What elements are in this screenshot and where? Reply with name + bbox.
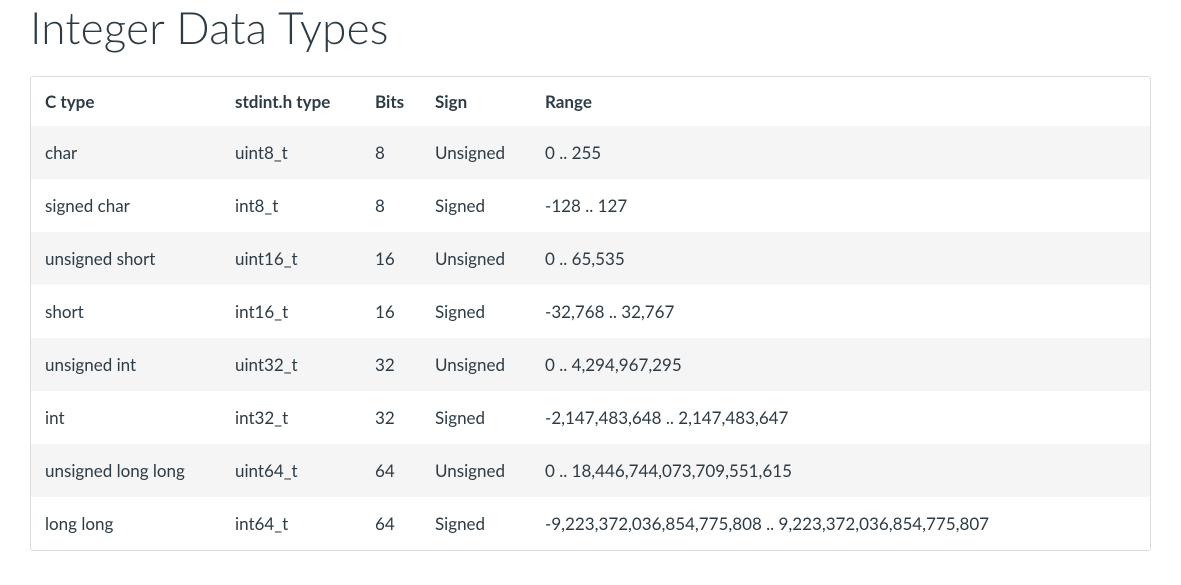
cell-sign: Signed xyxy=(421,179,531,232)
cell-sign: Unsigned xyxy=(421,126,531,179)
cell-sign: Unsigned xyxy=(421,444,531,497)
page-title: Integer Data Types xyxy=(30,2,1151,54)
cell-bits: 64 xyxy=(361,444,421,497)
cell-range: -9,223,372,036,854,775,808 .. 9,223,372,… xyxy=(531,497,1150,550)
cell-bits: 64 xyxy=(361,497,421,550)
cell-bits: 8 xyxy=(361,179,421,232)
cell-sign: Signed xyxy=(421,497,531,550)
table-row: signed char int8_t 8 Signed -128 .. 127 xyxy=(31,179,1150,232)
cell-bits: 8 xyxy=(361,126,421,179)
cell-sign: Signed xyxy=(421,285,531,338)
table-row: char uint8_t 8 Unsigned 0 .. 255 xyxy=(31,126,1150,179)
table-row: unsigned long long uint64_t 64 Unsigned … xyxy=(31,444,1150,497)
cell-range: 0 .. 255 xyxy=(531,126,1150,179)
cell-range: -128 .. 127 xyxy=(531,179,1150,232)
cell-stdint: uint32_t xyxy=(221,338,361,391)
cell-range: 0 .. 65,535 xyxy=(531,232,1150,285)
cell-sign: Unsigned xyxy=(421,232,531,285)
cell-ctype: signed char xyxy=(31,179,221,232)
table-row: unsigned int uint32_t 32 Unsigned 0 .. 4… xyxy=(31,338,1150,391)
table-row: short int16_t 16 Signed -32,768 .. 32,76… xyxy=(31,285,1150,338)
cell-sign: Unsigned xyxy=(421,338,531,391)
cell-ctype: short xyxy=(31,285,221,338)
cell-range: 0 .. 4,294,967,295 xyxy=(531,338,1150,391)
col-header-ctype: C type xyxy=(31,77,221,126)
cell-range: 0 .. 18,446,744,073,709,551,615 xyxy=(531,444,1150,497)
cell-ctype: unsigned long long xyxy=(31,444,221,497)
cell-stdint: int16_t xyxy=(221,285,361,338)
cell-bits: 16 xyxy=(361,232,421,285)
col-header-sign: Sign xyxy=(421,77,531,126)
cell-ctype: char xyxy=(31,126,221,179)
cell-bits: 32 xyxy=(361,391,421,444)
cell-range: -32,768 .. 32,767 xyxy=(531,285,1150,338)
cell-stdint: uint8_t xyxy=(221,126,361,179)
cell-ctype: unsigned int xyxy=(31,338,221,391)
cell-stdint: int32_t xyxy=(221,391,361,444)
col-header-range: Range xyxy=(531,77,1150,126)
cell-bits: 16 xyxy=(361,285,421,338)
table-row: long long int64_t 64 Signed -9,223,372,0… xyxy=(31,497,1150,550)
cell-range: -2,147,483,648 .. 2,147,483,647 xyxy=(531,391,1150,444)
table-row: unsigned short uint16_t 16 Unsigned 0 ..… xyxy=(31,232,1150,285)
col-header-stdint: stdint.h type xyxy=(221,77,361,126)
col-header-bits: Bits xyxy=(361,77,421,126)
cell-stdint: uint16_t xyxy=(221,232,361,285)
cell-sign: Signed xyxy=(421,391,531,444)
cell-ctype: int xyxy=(31,391,221,444)
cell-stdint: uint64_t xyxy=(221,444,361,497)
cell-ctype: long long xyxy=(31,497,221,550)
cell-stdint: int8_t xyxy=(221,179,361,232)
integer-types-table-container: C type stdint.h type Bits Sign Range cha… xyxy=(30,76,1151,551)
table-row: int int32_t 32 Signed -2,147,483,648 .. … xyxy=(31,391,1150,444)
cell-bits: 32 xyxy=(361,338,421,391)
cell-ctype: unsigned short xyxy=(31,232,221,285)
cell-stdint: int64_t xyxy=(221,497,361,550)
table-header-row: C type stdint.h type Bits Sign Range xyxy=(31,77,1150,126)
integer-types-table: C type stdint.h type Bits Sign Range cha… xyxy=(31,77,1150,550)
